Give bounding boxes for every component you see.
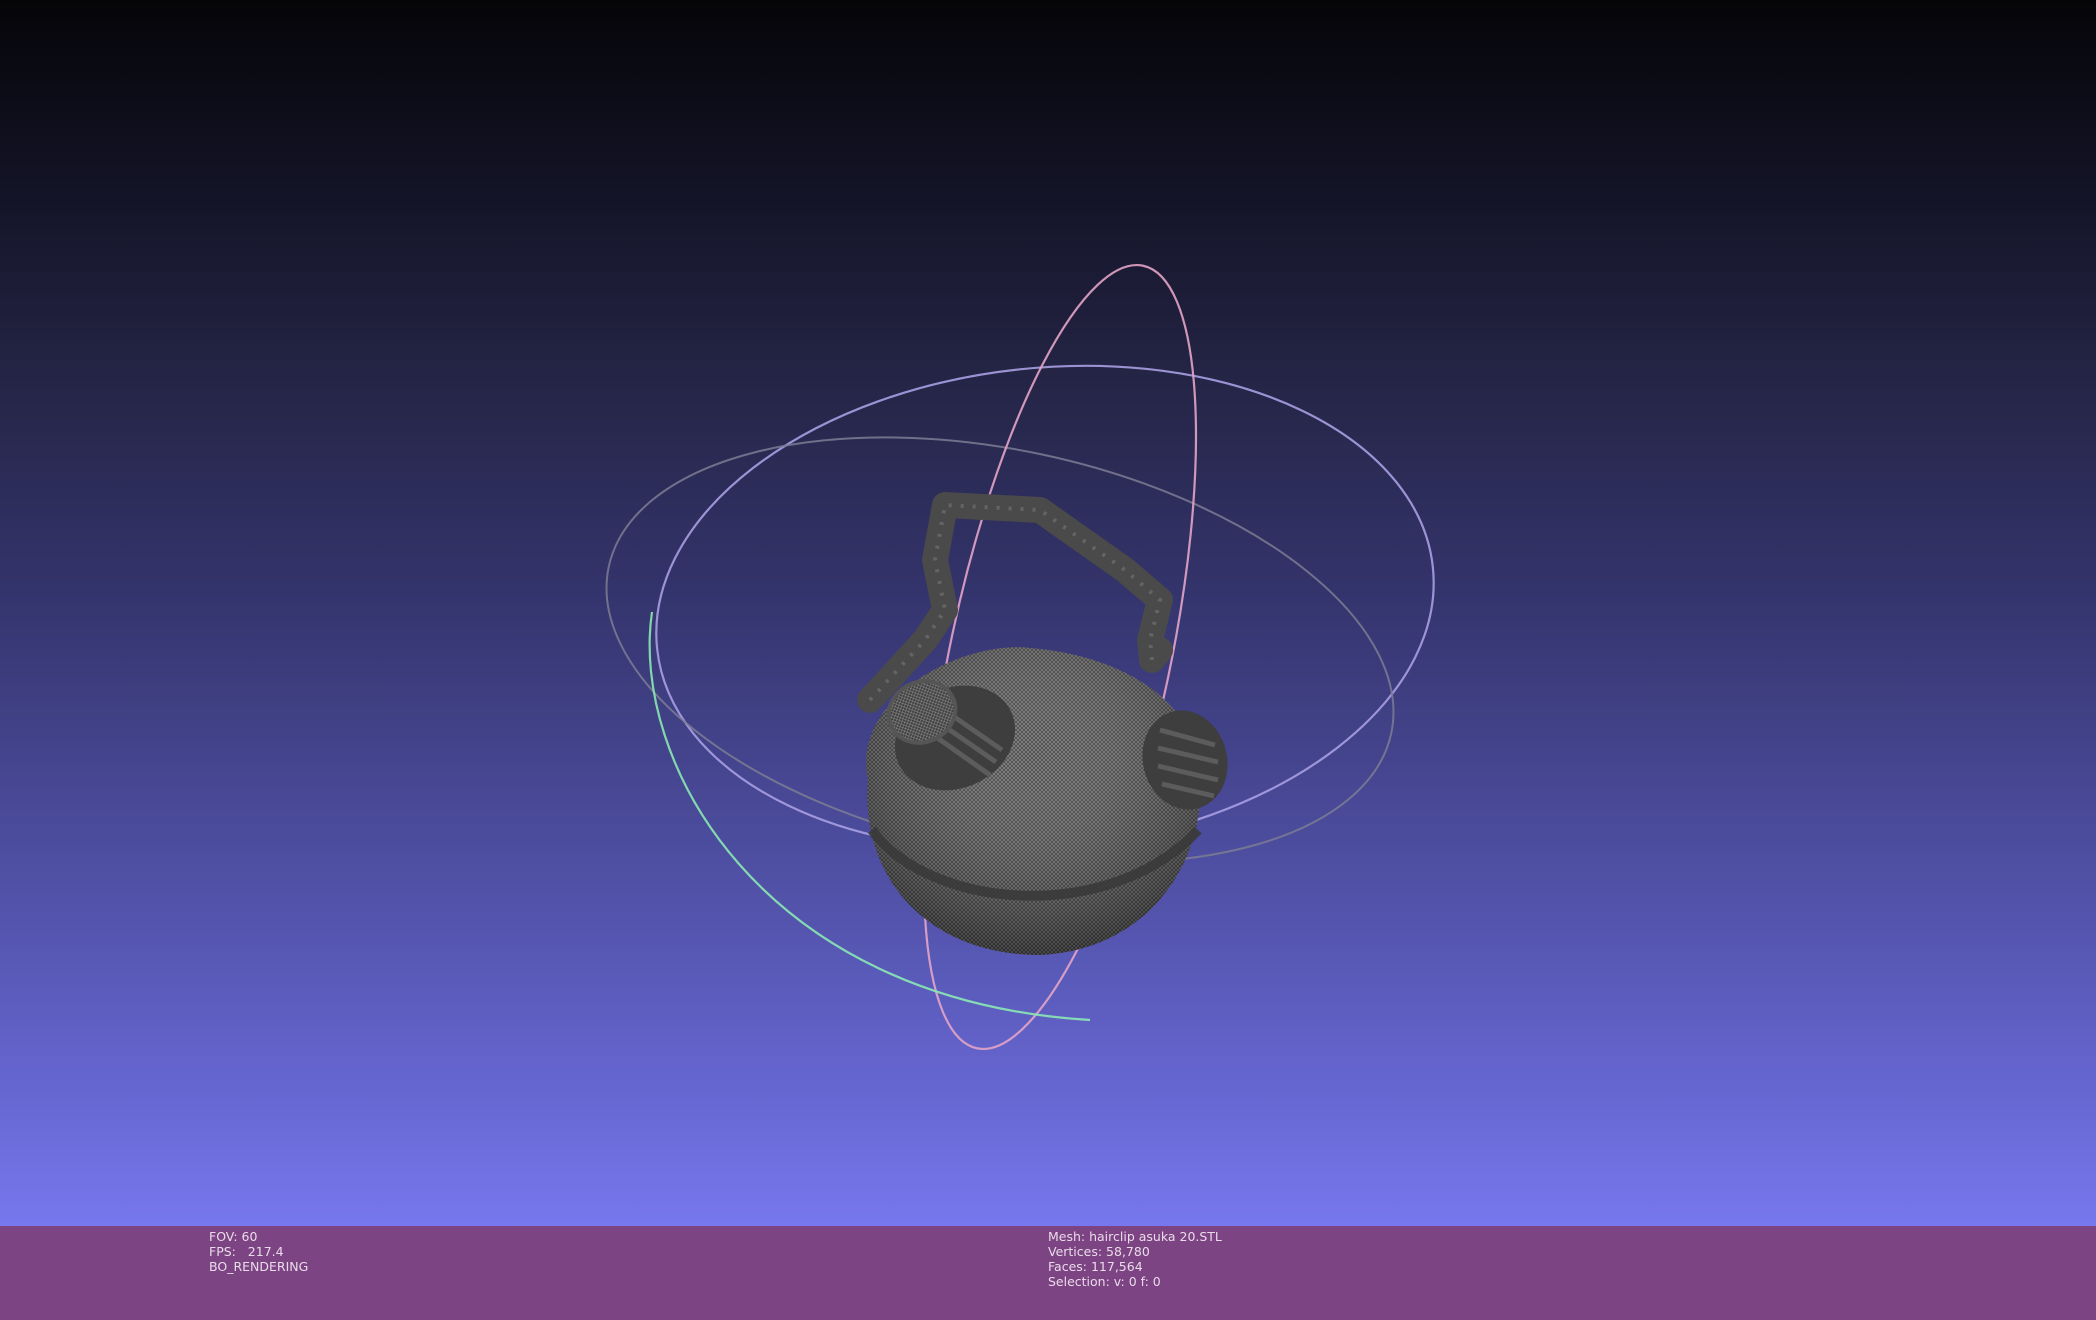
wireframe-mesh-icon[interactable] (857, 492, 1238, 955)
selection-count: Selection: v: 0 f: 0 (1048, 1274, 1161, 1289)
vertex-count: Vertices: 58,780 (1048, 1244, 1150, 1259)
scene-canvas[interactable] (0, 0, 2096, 1226)
mesh-name: Mesh: hairclip asuka 20.STL (1048, 1229, 1222, 1244)
render-info: FOV: 60 FPS: 217.4 BO_RENDERING (209, 1229, 308, 1274)
info-bar: FOV: 60 FPS: 217.4 BO_RENDERING Mesh: ha… (0, 1226, 2096, 1320)
fov-readout: FOV: 60 (209, 1229, 258, 1244)
3d-viewport[interactable]: FOV: 60 FPS: 217.4 BO_RENDERING Mesh: ha… (0, 0, 2096, 1320)
face-count: Faces: 117,564 (1048, 1259, 1143, 1274)
fps-readout: FPS: 217.4 (209, 1244, 284, 1259)
render-mode-readout: BO_RENDERING (209, 1259, 309, 1274)
mesh-info: Mesh: hairclip asuka 20.STL Vertices: 58… (1048, 1229, 1222, 1289)
